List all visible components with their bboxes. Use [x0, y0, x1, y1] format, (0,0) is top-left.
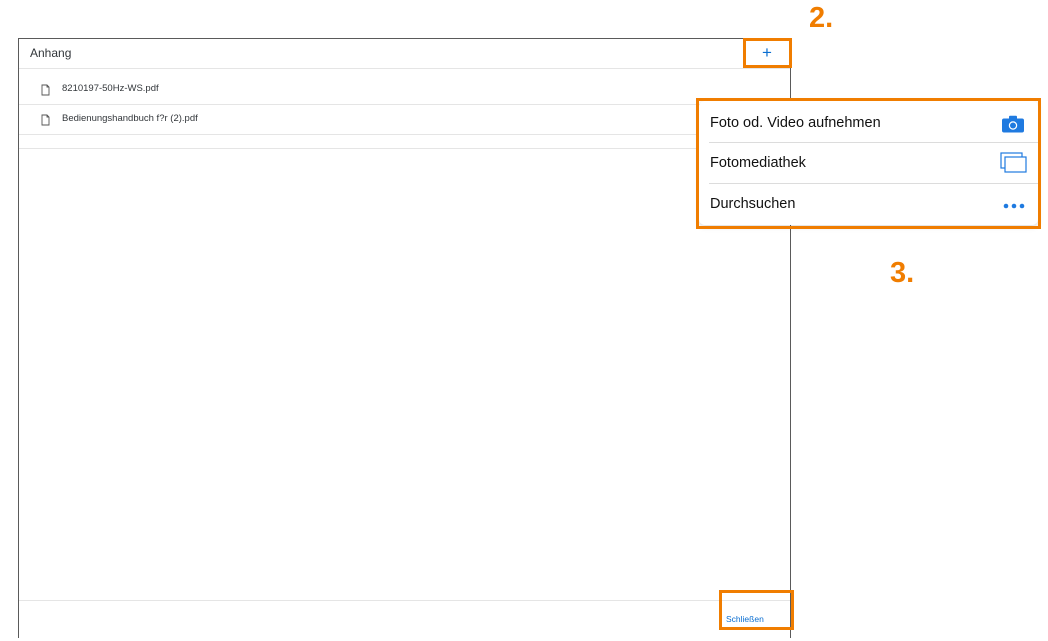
step-3-label: 3.	[890, 257, 915, 289]
close-button[interactable]: Schließen	[726, 614, 764, 624]
file-name: 8210197-50Hz-WS.pdf	[62, 83, 159, 94]
document-icon	[41, 84, 50, 96]
dialog-footer: Schließen	[19, 600, 790, 641]
dialog-title: Anhang	[30, 46, 72, 60]
attachment-dialog: Anhang + 8210197-50Hz-WS.pdf Bedienungsh…	[18, 38, 791, 638]
plus-icon: +	[762, 43, 772, 62]
list-item[interactable]: Bedienungshandbuch f?r (2).pdf	[19, 105, 790, 135]
upload-source-menu: Foto od. Video aufnehmen Fotomediathek D…	[699, 101, 1038, 225]
attachment-list: 8210197-50Hz-WS.pdf Bedienungshandbuch f…	[19, 75, 790, 135]
menu-item-browse[interactable]: Durchsuchen	[699, 184, 1038, 224]
menu-item-photo-library[interactable]: Fotomediathek	[699, 143, 1038, 183]
add-attachment-button[interactable]: +	[747, 43, 787, 65]
menu-item-label: Durchsuchen	[710, 196, 796, 212]
dialog-header: Anhang +	[19, 39, 790, 69]
menu-item-take-photo[interactable]: Foto od. Video aufnehmen	[699, 103, 1038, 143]
list-divider	[19, 148, 790, 149]
list-item[interactable]: 8210197-50Hz-WS.pdf	[19, 75, 790, 105]
camera-icon	[1002, 115, 1024, 133]
step-2-label: 2.	[809, 2, 834, 34]
more-icon	[1003, 203, 1025, 209]
photo-library-icon	[1000, 152, 1027, 173]
menu-item-label: Fotomediathek	[710, 155, 806, 171]
menu-item-label: Foto od. Video aufnehmen	[710, 115, 881, 131]
document-icon	[41, 114, 50, 126]
file-name: Bedienungshandbuch f?r (2).pdf	[62, 113, 198, 124]
